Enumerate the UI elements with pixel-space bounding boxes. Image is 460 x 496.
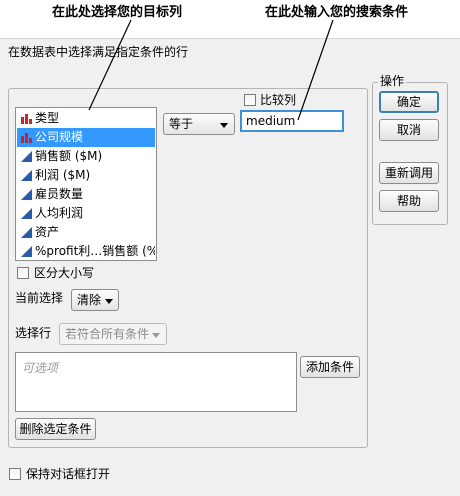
callout-line-enter-search	[297, 19, 334, 121]
select-rows-value: 若符合所有条件	[65, 327, 150, 341]
column-list-item-label: %profit利…销售额 (%)	[35, 244, 155, 258]
conditions-placeholder: 可选项	[22, 361, 59, 375]
current-selection-dropdown[interactable]: 清除	[71, 289, 119, 311]
column-list-item-label: 销售额 ($M)	[35, 149, 103, 163]
add-condition-button[interactable]: 添加条件	[300, 356, 360, 378]
keep-open-checkbox[interactable]	[9, 468, 21, 480]
chevron-down-icon	[105, 299, 113, 304]
column-list-item-label: 利润 ($M)	[35, 168, 91, 182]
recall-button[interactable]: 重新调用	[379, 162, 439, 184]
column-list-item[interactable]: 资产	[17, 223, 155, 242]
chevron-down-icon	[152, 333, 160, 338]
column-list-item[interactable]: 销售额 ($M)	[17, 147, 155, 166]
column-list-item-label: 人均利润	[35, 206, 84, 220]
select-rows-label: 选择行	[15, 326, 52, 340]
continuous-triangle-icon	[21, 246, 32, 257]
continuous-triangle-icon	[21, 151, 32, 162]
column-list-item[interactable]: %profit利…销售额 (%)	[17, 242, 155, 261]
callout-line-select-column	[88, 19, 132, 111]
conditions-list[interactable]: 可选项	[15, 352, 297, 412]
current-selection-label: 当前选择	[15, 291, 64, 305]
column-list-item[interactable]: 人均利润	[17, 204, 155, 223]
column-list-item-label: 资产	[35, 225, 60, 239]
continuous-triangle-icon	[21, 227, 32, 238]
delete-condition-button[interactable]: 删除选定条件	[15, 418, 96, 440]
select-rows-dropdown[interactable]: 若符合所有条件	[59, 323, 167, 345]
case-sensitive-label: 区分大小写	[34, 266, 95, 280]
continuous-triangle-icon	[21, 189, 32, 200]
case-sensitive-checkbox[interactable]	[17, 267, 29, 279]
column-list-item-label: 雇员数量	[35, 187, 84, 201]
keep-open-label: 保持对话框打开	[26, 467, 111, 481]
continuous-triangle-icon	[21, 170, 32, 181]
current-selection-value: 清除	[77, 293, 102, 307]
callout-arrows	[88, 19, 334, 121]
column-list-item[interactable]: 雇员数量	[17, 185, 155, 204]
help-button[interactable]: 帮助	[379, 190, 439, 212]
column-list-item[interactable]: 利润 ($M)	[17, 166, 155, 185]
continuous-triangle-icon	[21, 208, 32, 219]
